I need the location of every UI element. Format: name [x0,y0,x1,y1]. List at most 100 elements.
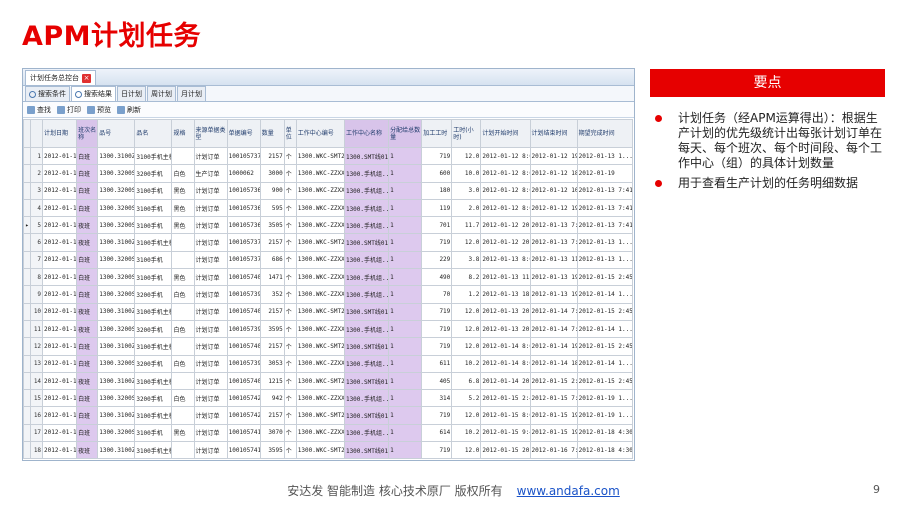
table-row[interactable]: 72012-01-13白班1300.3200SJB3100手机计划订单10010… [23,250,634,270]
column-header[interactable]: 期望完成时间 [576,119,634,148]
column-header[interactable]: 工作中心编号 [295,119,345,148]
table-cell: 计划订单 [193,233,228,252]
table-cell: 计划订单 [193,389,228,408]
table-cell: 2012-01-13 11:48 [480,268,531,287]
table-cell: 719 [421,146,453,166]
column-header[interactable]: 工作中心名称 [343,119,390,148]
column-header[interactable]: 数量 [259,119,285,148]
table-row[interactable]: 172012-01-15白班1300.3200SJA3100手机黑色计划订单10… [23,423,634,443]
table-row[interactable]: 42012-01-12白班1300.3200SJB3100手机黑色计划订单100… [23,198,634,218]
preview-button[interactable]: 预览 [87,105,111,115]
column-header[interactable]: 单位 [283,119,297,148]
table-cell: 2012-01-13 [42,302,78,321]
tab-monthly-plan[interactable]: 月计划 [177,86,206,101]
table-cell: 2012-01-13 20:00 [480,302,531,321]
column-header[interactable]: 品名 [134,119,173,148]
table-row[interactable]: 82012-01-13白班1300.3200SJB3100手机黑色计划订单100… [23,268,634,287]
window-tab-label: 计划任务总控台 [30,74,79,82]
table-cell: 18 [30,441,44,460]
table-cell: 6.8 [451,371,482,391]
table-cell: 12.0 [451,302,482,321]
table-cell: 计划订单 [193,268,228,287]
table-cell: 2012-01-14 1... [576,319,634,339]
table-cell: 计划订单 [193,371,228,391]
column-header[interactable]: 计划日期 [42,119,78,148]
table-row[interactable]: 142012-01-14夜班1300.3100ZB3100手机主板计划订单100… [23,371,634,391]
table-cell: 1 [388,268,423,287]
find-button[interactable]: 查找 [27,105,51,115]
column-header[interactable]: 计划开始时间 [480,119,531,148]
close-icon[interactable]: × [82,73,91,83]
column-header[interactable]: 来源单据类型 [193,119,228,148]
column-header[interactable]: 工时(小时) [451,119,482,148]
table-cell: 1300.手机组... [343,285,390,304]
refresh-button[interactable]: 刷新 [117,105,141,115]
table-cell: 3200手机 [134,285,173,304]
tab-daily-plan[interactable]: 日计划 [117,86,146,101]
table-cell: 个 [283,319,297,339]
table-cell: 3.8 [451,250,482,270]
column-header[interactable] [30,119,44,148]
table-cell: 2012-01-18 4:30 [576,423,634,443]
table-row[interactable]: 122012-01-14白班1300.3100ZB3100手机主板 计划订单100… [23,337,634,356]
tab-search-conditions[interactable]: 搜索条件 [25,86,70,101]
column-header[interactable]: 单据编号 [226,119,261,148]
table-cell: 个 [283,146,297,166]
table-header-row: 计划日期 班次名称 品号 品名 规格 来源单据类型 单据编号 数量 单位 工作中心编号 工作中心名称… [23,119,634,148]
table-cell: 1300.手机组... [343,250,390,270]
table-cell: 719 [421,302,453,321]
table-cell: 2012-01-15 9:45 [480,423,531,443]
table-cell: 3000 [259,164,285,183]
table-row[interactable]: 12012-01-12白班1300.3100ZB3100手机主板计划订单1001… [23,146,634,166]
column-header[interactable]: 计划结束时间 [529,119,578,148]
table-cell: 405 [421,371,453,391]
table-cell: 100105739 [226,354,261,373]
row-marker [23,389,32,408]
table-row[interactable]: 162012-01-15白班1300.3100ZB3100手机主板 计划订单100… [23,406,634,425]
row-marker [23,250,32,270]
table-cell: 2012-01-12 8:00 [480,164,531,183]
table-row[interactable]: 92012-01-13白班1300.3200SJF3200手机白色计划订单100… [23,285,634,304]
row-marker [23,337,32,356]
table-cell: 夜班 [76,441,99,460]
table-cell: 2012-01-12 [42,198,78,218]
footer-link[interactable]: www.andafa.com [517,484,620,498]
row-marker [23,268,32,287]
table-row[interactable]: 22012-01-12白班1300.3200SJF3200手机白色生产订单100… [23,164,634,183]
column-header[interactable]: 规格 [171,119,195,148]
column-header[interactable]: 分配给总数量 [388,119,423,148]
table-cell: 1 [388,389,423,408]
print-button[interactable]: 打印 [57,105,81,115]
table-cell: 计划订单 [193,406,228,425]
table-cell: 614 [421,423,453,443]
table-row[interactable]: 132012-01-14白班1300.3200SJF3200手机白色计划订单10… [23,354,634,373]
table-cell: 3505 [259,216,285,235]
tab-search-results[interactable]: 搜索结果 [71,86,116,101]
table-cell [171,371,195,391]
table-cell: 1300.SMT线01 [343,233,390,252]
tab-weekly-plan[interactable]: 周计划 [147,86,176,101]
column-header[interactable]: 班次名称 [76,119,99,148]
table-cell: 2012-01-13 7:41 [529,216,578,235]
table-row[interactable]: ▸52012-01-12夜班1300.3200SJA3100手机黑色计划订单10… [23,216,634,235]
table-cell: 1 [388,337,423,356]
table-row[interactable]: 32012-01-12白班1300.3200SJA3100手机黑色计划订单100… [23,181,634,200]
table-cell: 白色 [171,354,195,373]
table-row[interactable]: 102012-01-13夜班1300.3100ZB3100手机主板 计划订单100… [23,302,634,321]
table-row[interactable]: 62012-01-12夜班1300.3100ZB3100手机主板 计划订单1001… [23,233,634,252]
table-cell: 2012-01-15 2:45 [576,337,634,356]
table-cell: 2012-01-13 1... [576,233,634,252]
table-row[interactable]: 112012-01-13夜班1300.3200SJF3200手机白色计划订单10… [23,319,634,339]
table-row[interactable]: 182012-01-15夜班1300.3100ZB3100手机主板 计划订单100… [23,441,634,460]
table-cell: 1300.手机组... [343,423,390,443]
column-header[interactable]: 品号 [97,119,136,148]
column-header[interactable]: 加工工时 [421,119,453,148]
table-cell: 3100手机 [134,216,173,235]
table-cell: 1300.3200SJA [97,181,136,200]
footer-text: 安达发 智能制造 核心技术原厂 版权所有 [287,484,503,498]
table-cell: 14 [30,371,44,391]
table-cell: 个 [283,337,297,356]
table-row[interactable]: 152012-01-14白班1300.3200SJF3200手机白色计划订单10… [23,389,634,408]
window-tab[interactable]: 计划任务总控台 × [25,70,96,85]
table-cell: 2012-01-13 8:00 [480,250,531,270]
